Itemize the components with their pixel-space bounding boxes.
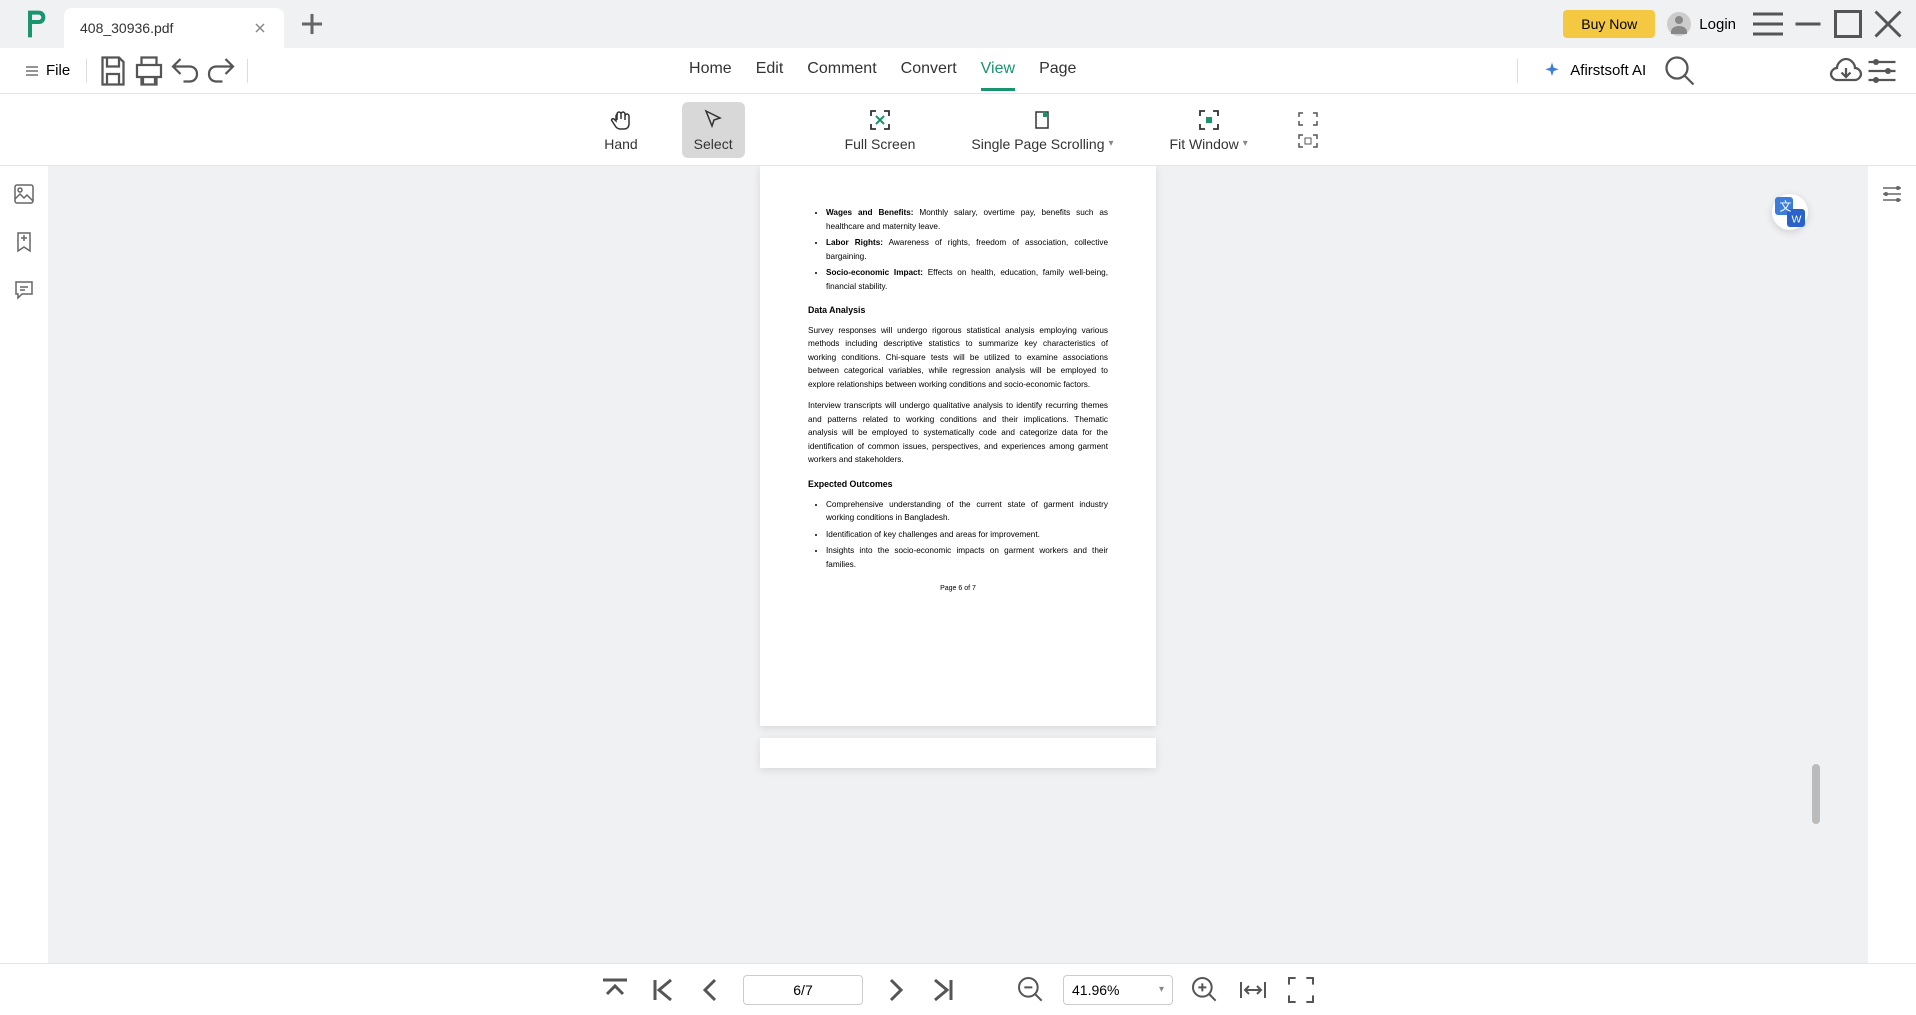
new-tab-button[interactable] xyxy=(296,8,328,40)
expand-full-icon[interactable] xyxy=(1296,132,1320,150)
divider xyxy=(86,59,87,83)
divider xyxy=(1517,59,1518,83)
app-logo xyxy=(20,8,52,40)
settings-icon[interactable] xyxy=(1864,53,1900,89)
page-number-input[interactable] xyxy=(743,975,863,1005)
ai-label: Afirstsoft AI xyxy=(1570,62,1646,79)
chevron-down-icon: ▾ xyxy=(1243,138,1248,149)
tab-title: 408_30936.pdf xyxy=(80,20,240,36)
zoom-in-icon[interactable] xyxy=(1189,974,1221,1006)
undo-icon[interactable] xyxy=(167,53,203,89)
select-tool[interactable]: Select xyxy=(682,102,745,158)
file-menu-label: File xyxy=(46,62,70,79)
paragraph-2: Interview transcripts will undergo quali… xyxy=(808,399,1108,467)
chevron-down-icon: ▾ xyxy=(1109,138,1114,149)
save-icon[interactable] xyxy=(95,53,131,89)
last-page-icon[interactable] xyxy=(927,974,959,1006)
select-label: Select xyxy=(694,136,733,152)
hand-label: Hand xyxy=(604,136,637,152)
cloud-icon[interactable] xyxy=(1828,53,1864,89)
prev-page-icon[interactable] xyxy=(695,974,727,1006)
view-toolbar: Hand Select Full Screen Single Page Scro… xyxy=(0,94,1916,166)
single-page-icon xyxy=(1030,108,1054,132)
zoom-out-icon[interactable] xyxy=(1015,974,1047,1006)
scroll-top-icon[interactable] xyxy=(599,974,631,1006)
heading-data-analysis: Data Analysis xyxy=(808,303,1108,318)
left-sidebar xyxy=(0,166,48,963)
bullets-section-2: Comprehensive understanding of the curre… xyxy=(808,498,1108,572)
tab-view[interactable]: View xyxy=(981,50,1015,91)
view-mode-toggles xyxy=(1292,106,1324,154)
cursor-icon xyxy=(701,108,725,132)
title-bar: 408_30936.pdf Buy Now Login xyxy=(0,0,1916,48)
bottom-nav-bar: 41.96% ▾ xyxy=(0,963,1916,1015)
first-page-icon[interactable] xyxy=(647,974,679,1006)
fit-window-label: Fit Window ▾ xyxy=(1170,136,1248,152)
tab-convert[interactable]: Convert xyxy=(901,50,957,91)
next-page-icon[interactable] xyxy=(879,974,911,1006)
print-icon[interactable] xyxy=(131,53,167,89)
fit-window-icon xyxy=(1197,108,1221,132)
search-icon[interactable] xyxy=(1662,53,1698,89)
tab-home[interactable]: Home xyxy=(689,50,732,91)
fullscreen-label: Full Screen xyxy=(845,136,916,152)
translate-button[interactable]: 文W xyxy=(1772,194,1808,230)
tab-edit[interactable]: Edit xyxy=(756,50,784,91)
pdf-page: Wages and Benefits: Monthly salary, over… xyxy=(760,166,1156,726)
menu-tabs: Home Edit Comment Convert View Page xyxy=(689,50,1076,91)
redo-icon[interactable] xyxy=(203,53,239,89)
login-label: Login xyxy=(1699,16,1736,33)
fullscreen-icon xyxy=(868,108,892,132)
document-tab[interactable]: 408_30936.pdf xyxy=(64,8,284,48)
bullets-section-1: Wages and Benefits: Monthly salary, over… xyxy=(808,206,1108,293)
close-window-button[interactable] xyxy=(1868,4,1908,44)
main-content: Wages and Benefits: Monthly salary, over… xyxy=(0,166,1916,963)
document-viewport[interactable]: Wages and Benefits: Monthly salary, over… xyxy=(48,166,1868,963)
expand-corner-icon[interactable] xyxy=(1296,110,1320,128)
panel-toggle-icon[interactable] xyxy=(1880,182,1904,206)
avatar-icon xyxy=(1667,12,1691,36)
fit-width-icon[interactable] xyxy=(1237,974,1269,1006)
minimize-button[interactable] xyxy=(1788,4,1828,44)
comment-icon[interactable] xyxy=(12,278,36,302)
zoom-level-select[interactable]: 41.96% ▾ xyxy=(1063,975,1173,1005)
pdf-next-page-preview xyxy=(760,738,1156,768)
ai-button[interactable]: Afirstsoft AI xyxy=(1542,61,1646,81)
fit-page-icon[interactable] xyxy=(1285,974,1317,1006)
menu-bar: File Home Edit Comment Convert View Page… xyxy=(0,48,1916,94)
right-sidebar xyxy=(1868,166,1916,963)
heading-expected-outcomes: Expected Outcomes xyxy=(808,477,1108,492)
thumbnails-icon[interactable] xyxy=(12,182,36,206)
paragraph-1: Survey responses will undergo rigorous s… xyxy=(808,324,1108,392)
svg-text:W: W xyxy=(1792,214,1802,226)
vertical-scrollbar[interactable] xyxy=(1810,166,1820,963)
buy-now-button[interactable]: Buy Now xyxy=(1563,10,1655,38)
scrollbar-thumb[interactable] xyxy=(1812,764,1820,824)
svg-text:文: 文 xyxy=(1780,199,1792,214)
tab-page[interactable]: Page xyxy=(1039,50,1076,91)
hand-tool[interactable]: Hand xyxy=(592,102,649,158)
sparkle-icon xyxy=(1542,61,1562,81)
hand-icon xyxy=(609,108,633,132)
file-menu[interactable]: File xyxy=(16,62,78,79)
fit-window-tool[interactable]: Fit Window ▾ xyxy=(1158,102,1260,158)
chevron-down-icon: ▾ xyxy=(1159,984,1164,995)
single-page-label: Single Page Scrolling ▾ xyxy=(971,136,1113,152)
zoom-value: 41.96% xyxy=(1072,982,1119,998)
login-button[interactable]: Login xyxy=(1667,12,1736,36)
tab-comment[interactable]: Comment xyxy=(807,50,876,91)
hamburger-menu-icon[interactable] xyxy=(1748,4,1788,44)
divider xyxy=(247,59,248,83)
fullscreen-tool[interactable]: Full Screen xyxy=(833,102,928,158)
page-number-footer: Page 6 of 7 xyxy=(808,583,1108,595)
single-page-tool[interactable]: Single Page Scrolling ▾ xyxy=(959,102,1125,158)
maximize-button[interactable] xyxy=(1828,4,1868,44)
bookmark-icon[interactable] xyxy=(12,230,36,254)
tab-close-icon[interactable] xyxy=(252,20,268,36)
